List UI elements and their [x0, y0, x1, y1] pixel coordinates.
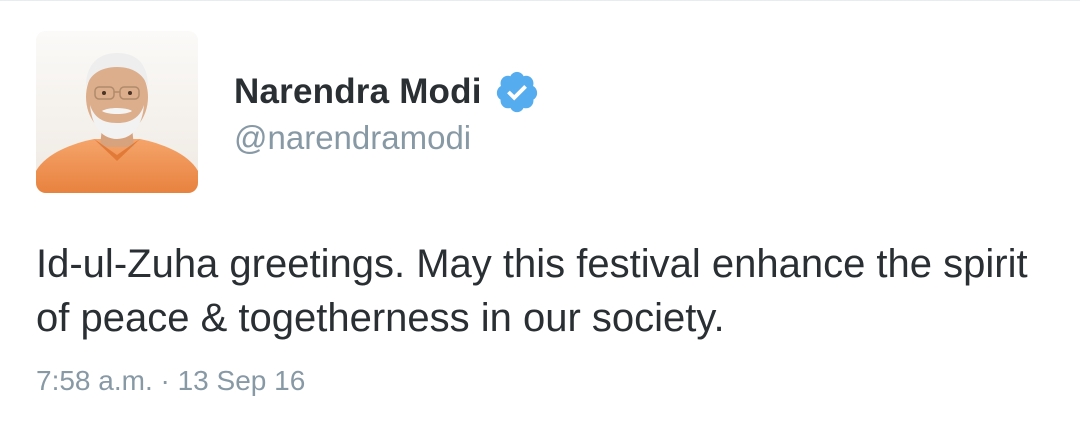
author-name-row: Narendra Modi [234, 69, 540, 115]
tweet-text: Id-ul-Zuha greetings. May this festival … [36, 242, 1028, 340]
author-handle[interactable]: @narendramodi [234, 119, 471, 157]
avatar-image [36, 31, 198, 193]
verified-badge-icon [494, 69, 540, 115]
author-display-name[interactable]: Narendra Modi [234, 72, 482, 112]
tweet-timestamp[interactable]: 7:58 a.m. · 13 Sep 16 [36, 365, 305, 397]
tweet-card: Narendra Modi @narendramodi Id-ul-Zuha g… [0, 0, 1080, 431]
author-avatar[interactable] [36, 31, 198, 193]
